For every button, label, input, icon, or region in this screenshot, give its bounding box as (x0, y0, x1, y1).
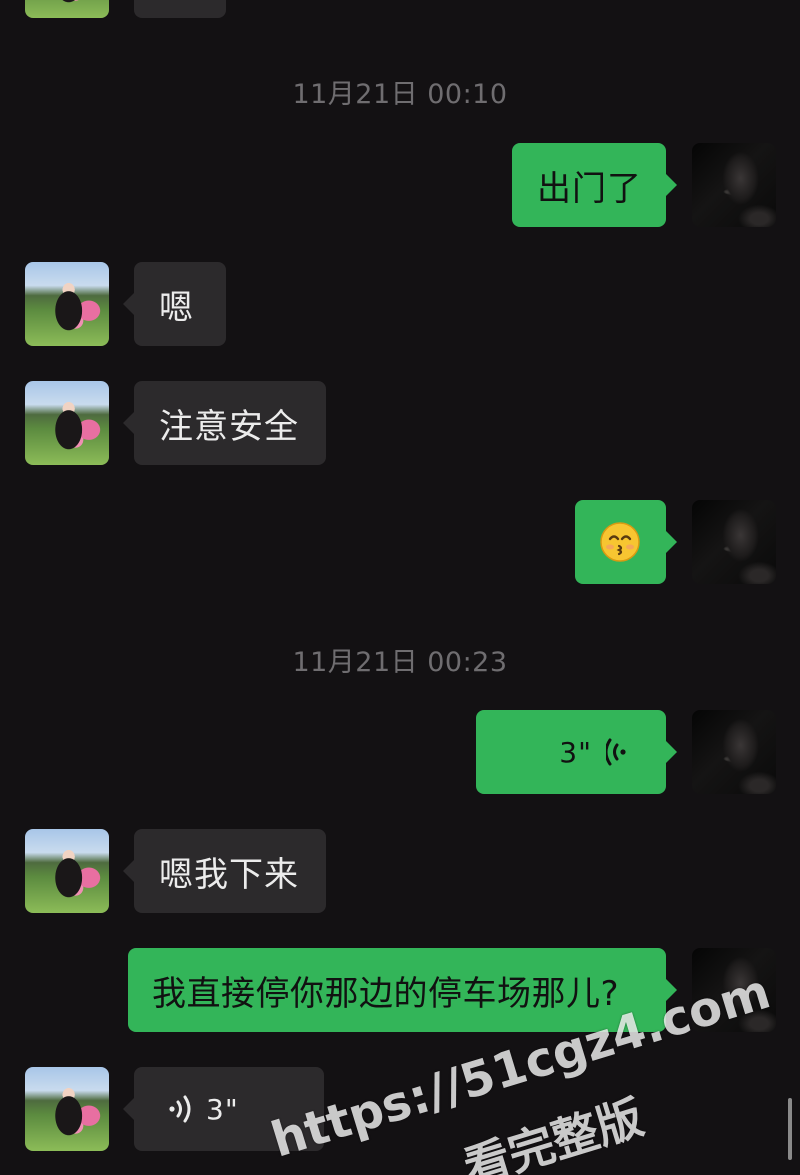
voice-duration: 3" (559, 735, 592, 769)
message-timestamp: 11月21日 00:23 (292, 647, 508, 678)
message-text: 注意安全 (159, 406, 299, 447)
contact-avatar[interactable] (25, 829, 109, 913)
chat-screen: 11月21日 00:10 出门了 嗯 注意安全 11月21日 00:23 3" (0, 0, 800, 1175)
message-text: 嗯我下来 (159, 854, 299, 895)
contact-avatar[interactable] (25, 1067, 109, 1151)
voice-message-outgoing[interactable]: 3" (476, 710, 677, 794)
contact-avatar[interactable] (25, 262, 109, 346)
self-avatar[interactable] (692, 500, 776, 584)
message-bubble-outgoing[interactable]: 出门了 (512, 143, 677, 227)
scrollbar[interactable] (788, 1098, 792, 1160)
message-bubble-outgoing[interactable] (575, 500, 677, 584)
message-text: 我直接停你那边的停车场那儿? (152, 973, 620, 1014)
message-text: 出门了 (537, 168, 642, 209)
message-bubble-incoming[interactable]: 嗯 (123, 262, 226, 346)
message-bubble-incoming[interactable] (134, 0, 226, 18)
kissing-face-emoji-icon (600, 522, 640, 562)
voice-wave-icon (606, 738, 626, 766)
voice-wave-icon (169, 1095, 191, 1123)
message-timestamp: 11月21日 00:10 (292, 79, 508, 110)
message-bubble-incoming[interactable]: 注意安全 (123, 381, 326, 465)
contact-avatar[interactable] (25, 0, 109, 18)
voice-duration: 3" (206, 1092, 239, 1126)
message-text: 嗯 (159, 287, 194, 328)
contact-avatar[interactable] (25, 381, 109, 465)
self-avatar[interactable] (692, 710, 776, 794)
message-bubble-incoming[interactable]: 嗯我下来 (123, 829, 326, 913)
self-avatar[interactable] (692, 143, 776, 227)
